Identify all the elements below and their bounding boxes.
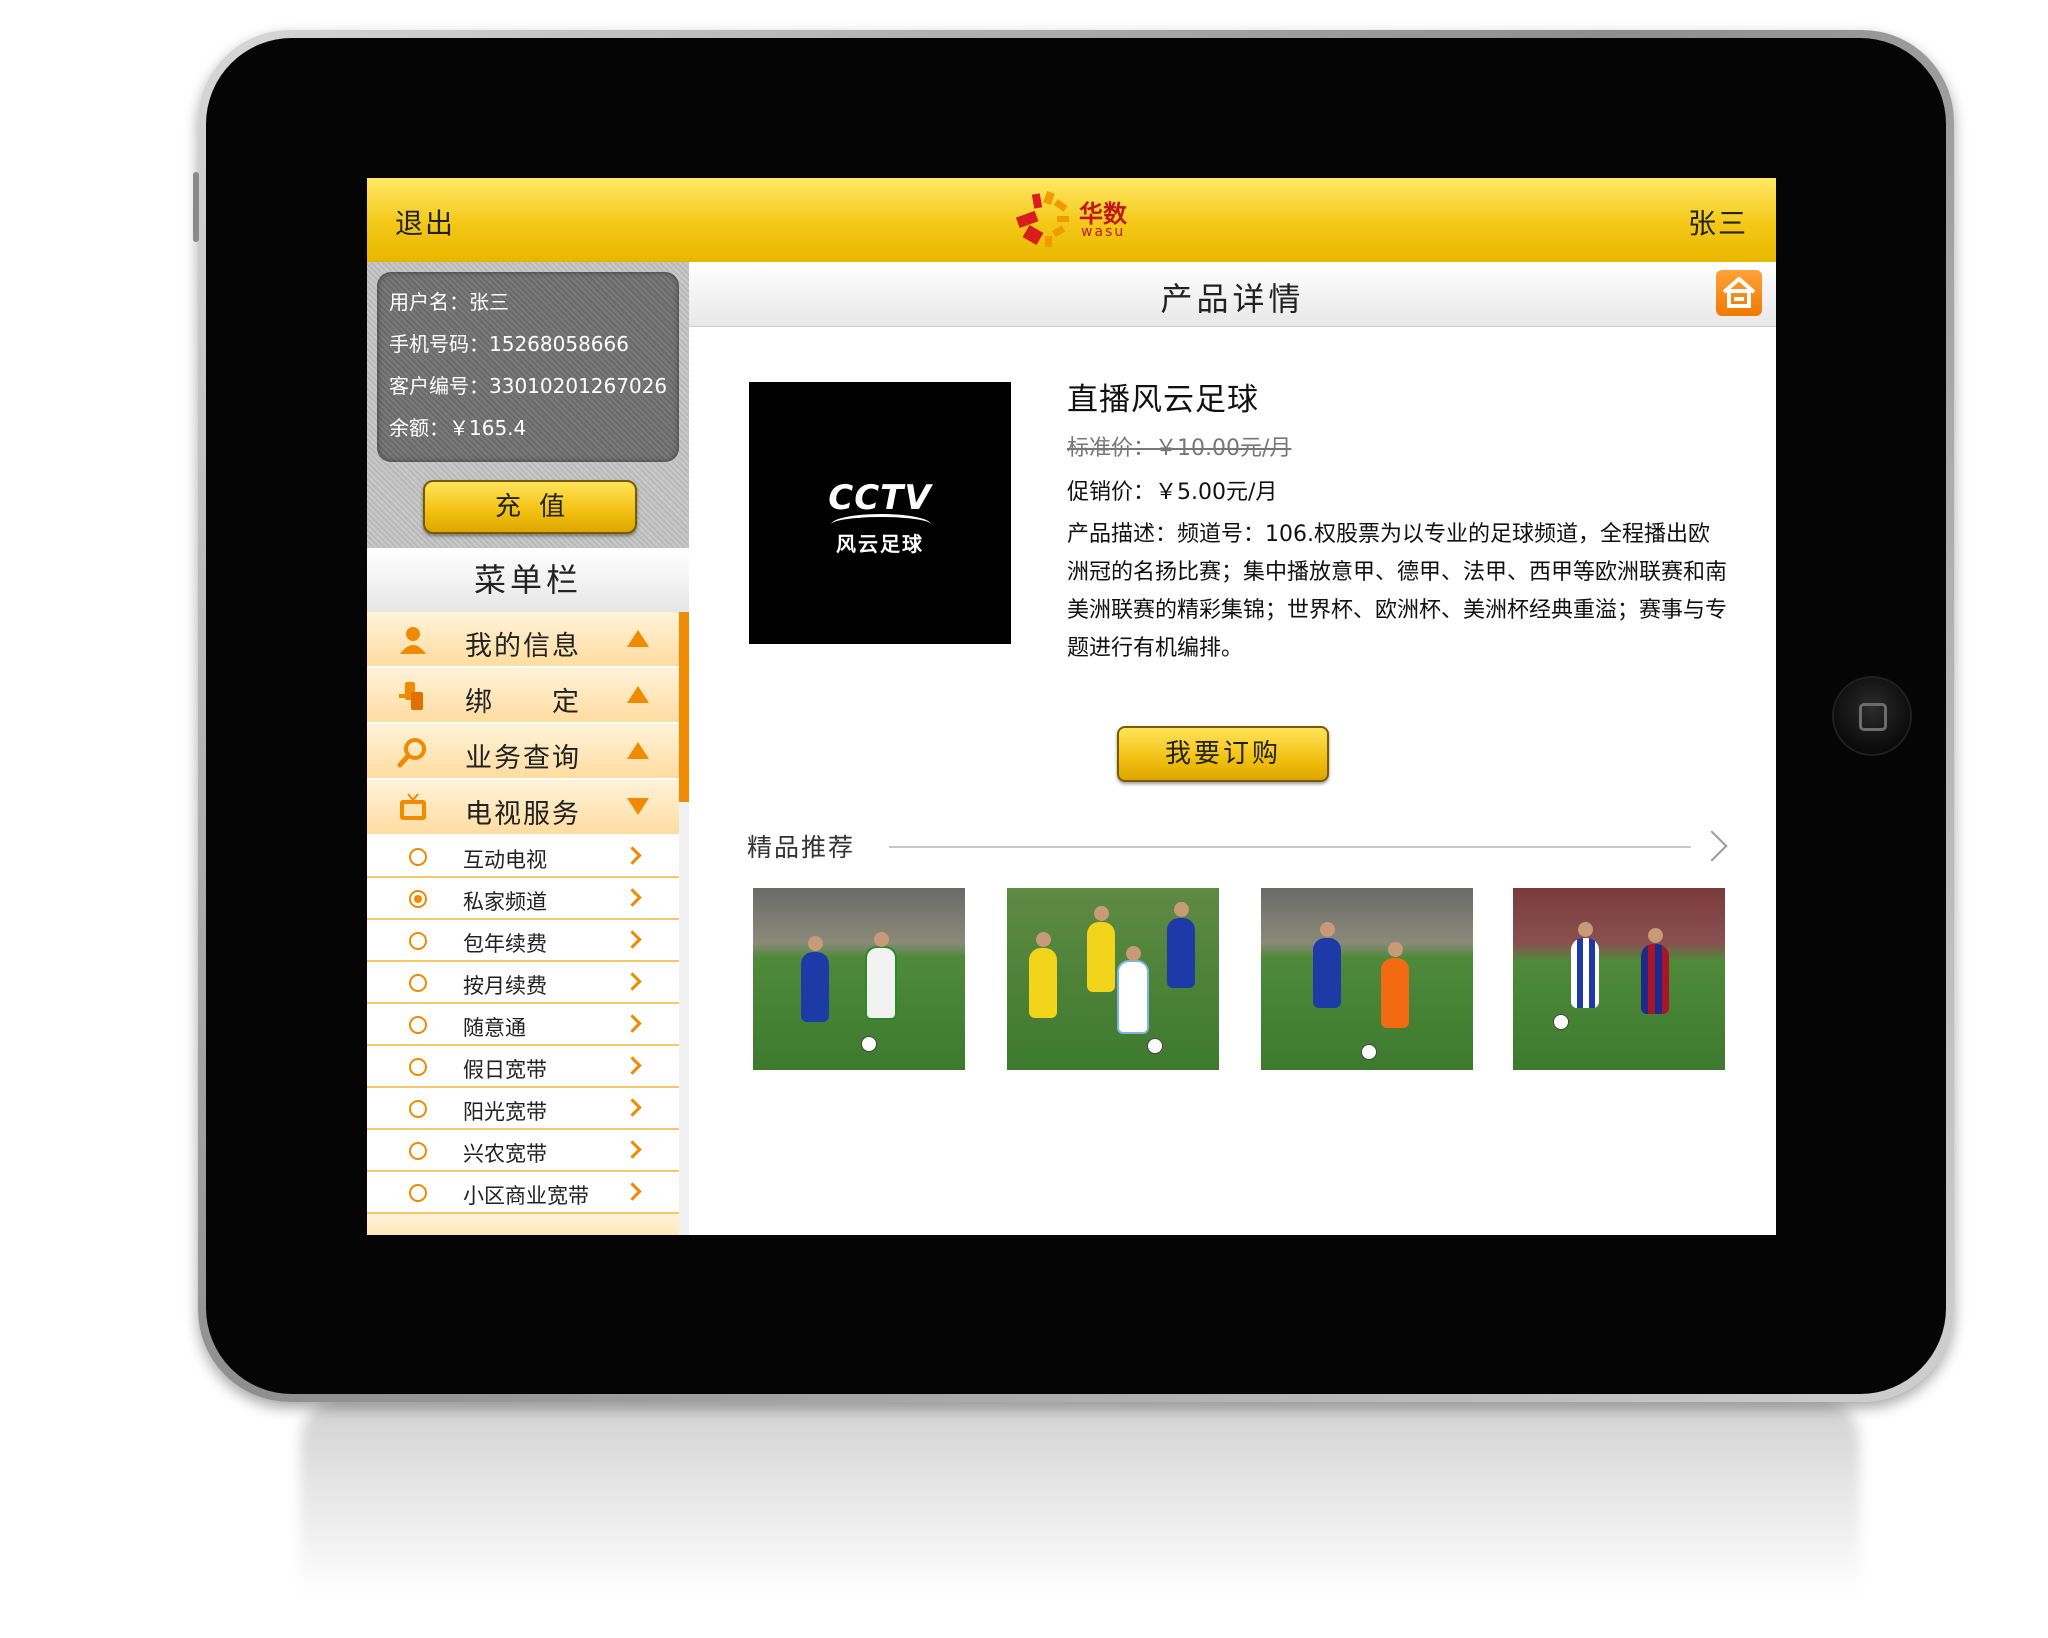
page-title: 产品详情 <box>1160 280 1305 318</box>
radio-selected-icon <box>409 890 427 908</box>
side-switch <box>193 172 199 242</box>
tv-icon <box>400 793 426 820</box>
chevron-right-icon <box>623 1014 642 1033</box>
radio-icon <box>409 932 427 950</box>
submenu-item-interactive-tv[interactable]: 互动电视 <box>367 836 679 878</box>
device-reflection <box>300 1400 1860 1620</box>
phone-text: 手机号码：15268058666 <box>389 332 629 356</box>
cctv-logo-text: CCTV <box>828 478 932 518</box>
menu-item-label: 绑 定 <box>465 687 581 718</box>
submenu-item-label: 小区商业宽带 <box>463 1184 589 1208</box>
sunburst-icon <box>1015 190 1069 247</box>
balance-text: 余额：￥165.4 <box>389 416 527 440</box>
chevron-right-icon <box>623 930 642 949</box>
submenu-item-label: 随意通 <box>463 1016 526 1040</box>
menu-item-my-info[interactable]: 我的信息 <box>367 612 679 668</box>
person-icon <box>400 627 426 654</box>
product-name: 直播风云足球 <box>1067 382 1259 418</box>
submenu-item-monthly-renewal[interactable]: 按月续费 <box>367 962 679 1004</box>
username-text: 用户名：张三 <box>389 290 509 314</box>
search-icon <box>397 738 426 768</box>
top-bar: 退出 华数 wasu 张三 <box>367 178 1776 262</box>
submenu-item-annual-renewal[interactable]: 包年续费 <box>367 920 679 962</box>
chevron-right-icon <box>623 846 642 865</box>
logo-text-en: wasu <box>1081 224 1126 240</box>
menu-item-business-query[interactable]: 业务查询 <box>367 724 679 780</box>
menu-item-tv-service[interactable]: 电视服务 <box>367 780 679 836</box>
sidebar: 用户名：张三 手机号码：15268058666 客户编号：33010201267… <box>367 262 689 1235</box>
radio-icon <box>409 1058 427 1076</box>
account-info-card: 用户名：张三 手机号码：15268058666 客户编号：33010201267… <box>377 272 679 462</box>
wasu-logo: 华数 wasu <box>1011 188 1151 254</box>
submenu-item-label: 互动电视 <box>463 848 547 872</box>
menu-list: 我的信息 绑 定 业务查询 电视服务 <box>367 612 679 836</box>
chevron-right-icon <box>623 1140 642 1159</box>
page-header: 产品详情 <box>689 262 1776 327</box>
recommend-thumbnail[interactable] <box>753 888 965 1070</box>
recommend-thumbnail[interactable] <box>1007 888 1219 1070</box>
chevron-right-icon[interactable] <box>1696 830 1728 862</box>
recommend-divider <box>889 846 1691 848</box>
tv-service-submenu: 互动电视 私家频道 包年续费 按月续费 随意通 假日宽带 阳光宽带 兴农宽带 小… <box>367 836 679 1235</box>
submenu-item-sunshine-broadband[interactable]: 阳光宽带 <box>367 1088 679 1130</box>
collapse-arrow-icon <box>627 686 649 703</box>
sidebar-scroll-thumb[interactable] <box>679 612 689 802</box>
submenu-item-label: 阳光宽带 <box>463 1100 547 1124</box>
menu-item-bind[interactable]: 绑 定 <box>367 668 679 724</box>
submenu-item-private-channel[interactable]: 私家频道 <box>367 878 679 920</box>
current-user-name[interactable]: 张三 <box>1688 202 1748 242</box>
bind-icon <box>399 682 423 710</box>
house-glyph <box>1722 277 1756 308</box>
radio-icon <box>409 1142 427 1160</box>
customer-id-text: 客户编号：33010201267026 <box>389 374 668 398</box>
menu-item-label: 我的信息 <box>465 631 581 662</box>
submenu-item-holiday-broadband[interactable]: 假日宽带 <box>367 1046 679 1088</box>
standard-price: 标准价：￥10.00元/月 <box>1067 436 1292 461</box>
expand-arrow-icon <box>627 798 649 815</box>
submenu-item-suiyitong[interactable]: 随意通 <box>367 1004 679 1046</box>
submenu-item-community-broadband[interactable]: 小区商业宽带 <box>367 1172 679 1214</box>
recommend-thumbnail[interactable] <box>1513 888 1725 1070</box>
recommend-title: 精品推荐 <box>747 833 856 862</box>
radio-icon <box>409 974 427 992</box>
account-panel: 用户名：张三 手机号码：15268058666 客户编号：33010201267… <box>367 262 689 548</box>
exit-button[interactable]: 退出 <box>395 202 455 242</box>
radio-icon <box>409 1100 427 1118</box>
menu-title: 菜单栏 <box>367 548 689 612</box>
collapse-arrow-icon <box>627 630 649 647</box>
recharge-button[interactable]: 充值 <box>423 480 637 534</box>
menu-item-partial[interactable] <box>367 1214 679 1235</box>
submenu-item-label: 假日宽带 <box>463 1058 547 1082</box>
product-description: 产品描述：频道号：106.权股票为以专业的足球频道，全程播出欧洲冠的名扬比赛；集… <box>1067 522 1728 661</box>
radio-icon <box>409 1184 427 1202</box>
submenu-item-rural-broadband[interactable]: 兴农宽带 <box>367 1130 679 1172</box>
recommend-thumbnail[interactable] <box>1261 888 1473 1070</box>
product-image: CCTV 风云足球 <box>749 382 1011 644</box>
submenu-item-label: 兴农宽带 <box>463 1142 547 1166</box>
submenu-item-label: 按月续费 <box>463 974 547 998</box>
radio-icon <box>409 1016 427 1034</box>
channel-logo-subtitle: 风云足球 <box>836 532 924 556</box>
chevron-right-icon <box>623 1182 642 1201</box>
menu-item-label: 业务查询 <box>465 743 581 774</box>
chevron-right-icon <box>623 972 642 991</box>
subscribe-button[interactable]: 我要订购 <box>1117 726 1329 782</box>
radio-icon <box>409 848 427 866</box>
home-icon[interactable] <box>1716 270 1762 316</box>
chevron-right-icon <box>623 1056 642 1075</box>
chevron-right-icon <box>623 1098 642 1117</box>
submenu-item-label: 私家频道 <box>463 890 547 914</box>
chevron-right-icon <box>623 888 642 907</box>
app-screen: 退出 华数 wasu 张三 用户名：张三 手机号码：15268058666 客户… <box>367 178 1776 1235</box>
product-detail-panel: 产品详情 CCTV 风云足球 直播风云足球 标准价：￥10.00元/月 促销价：… <box>689 262 1776 1235</box>
collapse-arrow-icon <box>627 742 649 759</box>
submenu-item-label: 包年续费 <box>463 932 547 956</box>
promo-price: 促销价：￥5.00元/月 <box>1067 480 1278 505</box>
menu-item-label: 电视服务 <box>465 799 581 830</box>
home-hardware-button[interactable] <box>1832 676 1912 756</box>
